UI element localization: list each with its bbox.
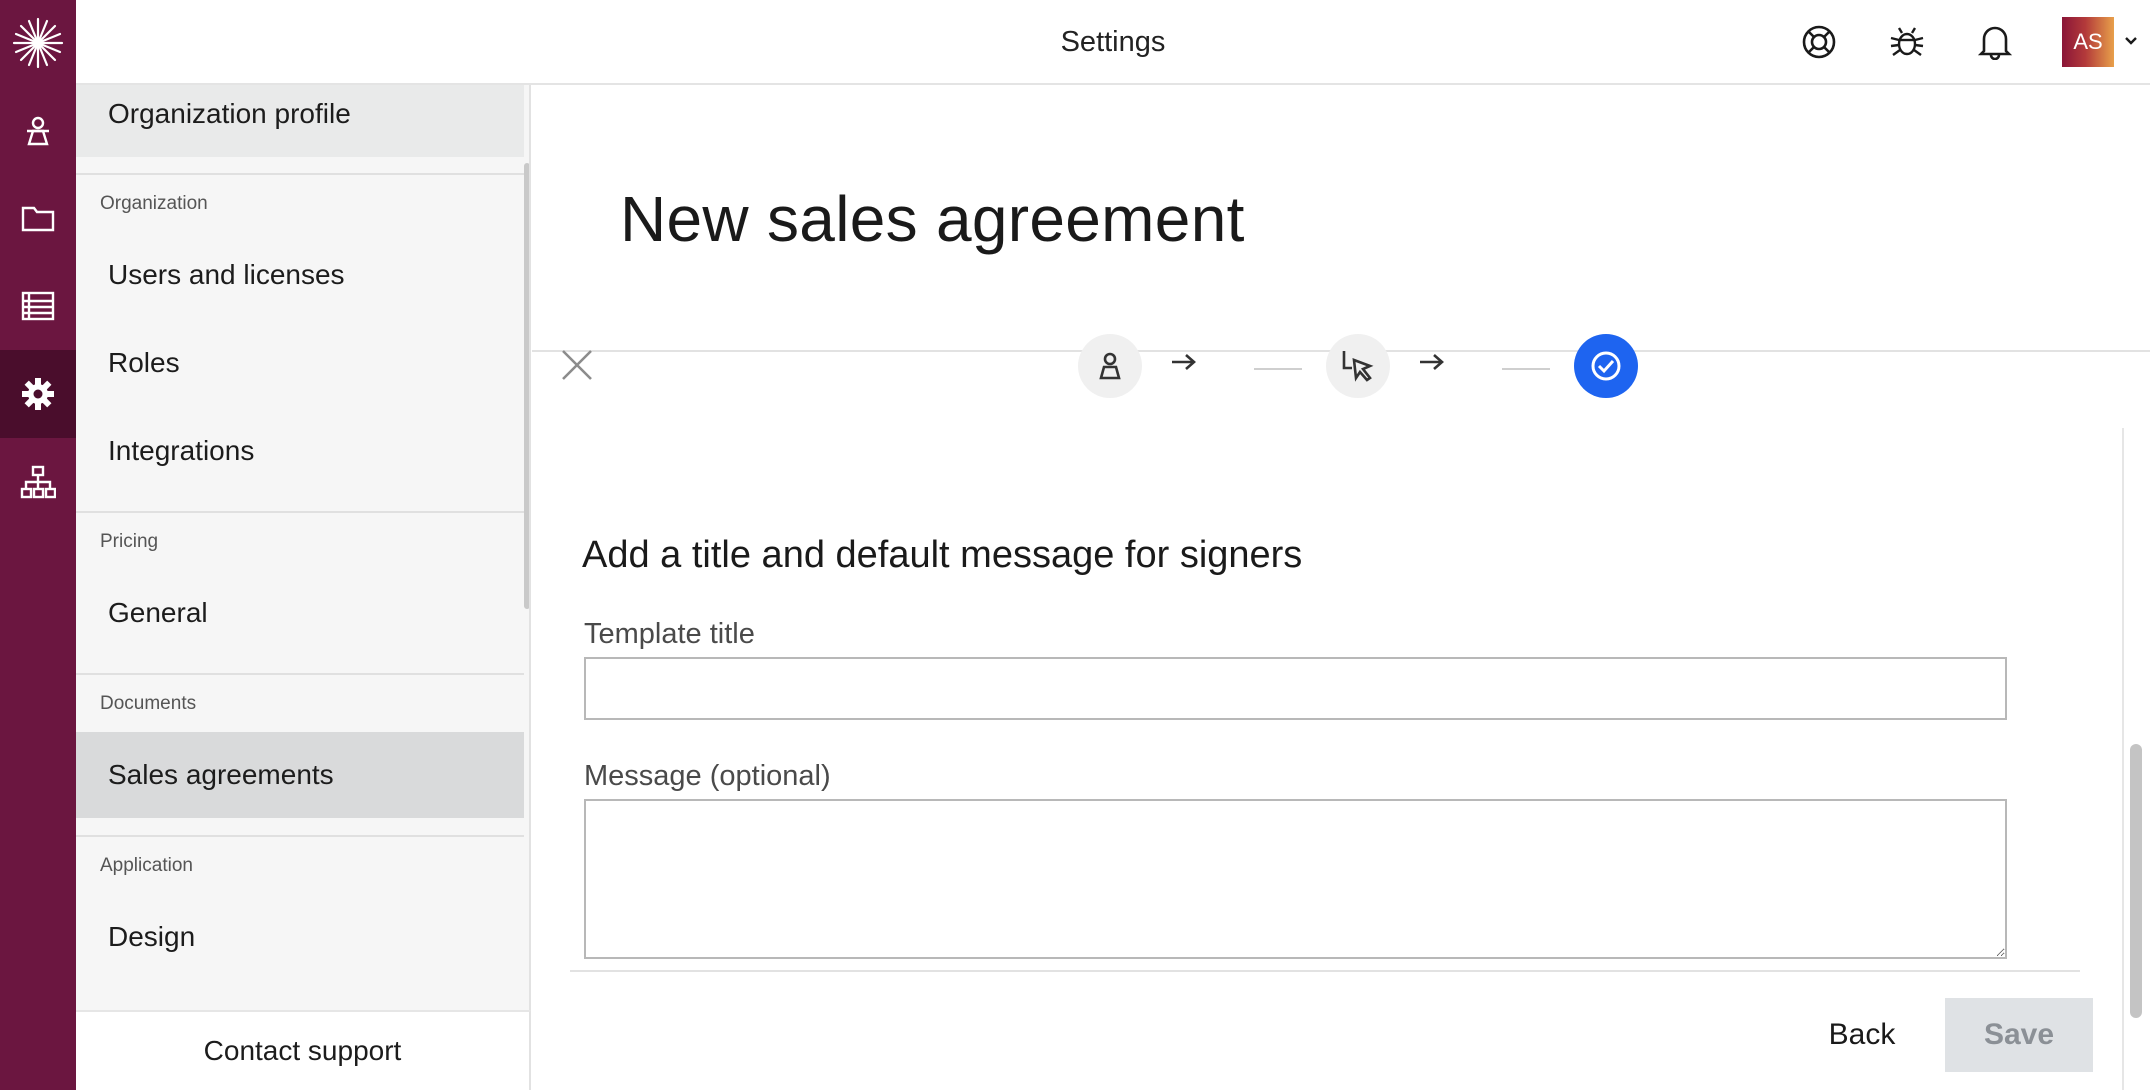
- message-textarea[interactable]: [584, 799, 2007, 959]
- help-icon[interactable]: [1797, 20, 1841, 64]
- footer-divider: [570, 970, 2080, 972]
- nav-item-label: Organization profile: [108, 98, 351, 129]
- step-pointer-icon[interactable]: [1326, 334, 1390, 398]
- nav-section-organization: Organization: [76, 173, 524, 233]
- bug-icon[interactable]: [1885, 20, 1929, 64]
- app: Settings AS Organization profile Organiz…: [0, 0, 2150, 1090]
- step-check-icon[interactable]: [1574, 334, 1638, 398]
- nav-item-sales-agreements[interactable]: Sales agreements: [76, 732, 524, 818]
- nav-item-label: Integrations: [108, 435, 255, 466]
- avatar-initials: AS: [2073, 29, 2103, 54]
- main-panel: New sales agreement Add a title and defa…: [532, 86, 2150, 1090]
- arrow-right-icon: [1418, 352, 1446, 377]
- contact-support-link[interactable]: Contact support: [76, 1010, 531, 1090]
- settings-gear-icon[interactable]: [0, 350, 76, 438]
- back-button[interactable]: Back: [1804, 998, 1920, 1072]
- template-title-label: Template title: [584, 618, 755, 650]
- nav-item-roles[interactable]: Roles: [76, 320, 524, 406]
- avatar[interactable]: AS: [2062, 17, 2114, 67]
- stepper: [532, 334, 2150, 414]
- nav-scrollbar[interactable]: [524, 163, 529, 609]
- save-button[interactable]: Save: [1945, 998, 2093, 1072]
- nav-item-label: Roles: [108, 347, 180, 378]
- nav-item-users-and-licenses[interactable]: Users and licenses: [76, 232, 524, 318]
- nav-item-design[interactable]: Design: [76, 894, 524, 980]
- nav-item-organization-profile[interactable]: Organization profile: [76, 85, 524, 157]
- nav-item-integrations[interactable]: Integrations: [76, 408, 524, 494]
- nav-item-label: Sales agreements: [108, 759, 334, 790]
- nav-section-application: Application: [76, 835, 524, 895]
- arrow-right-icon: [1170, 352, 1198, 377]
- section-title: Add a title and default message for sign…: [582, 534, 1303, 576]
- nav-section-documents: Documents: [76, 673, 524, 733]
- app-rail: [0, 0, 76, 1090]
- logo-icon[interactable]: [0, 0, 76, 86]
- nav-item-label: Design: [108, 921, 196, 952]
- bell-icon[interactable]: [1973, 20, 2017, 64]
- nav-section-pricing: Pricing: [76, 511, 524, 571]
- message-label: Message (optional): [584, 760, 831, 792]
- nav-item-label: Users and licenses: [108, 259, 345, 290]
- nav-item-label: General: [108, 597, 208, 628]
- settings-nav: Organization profile Organization Users …: [76, 85, 531, 1090]
- chevron-down-icon[interactable]: [2124, 30, 2138, 57]
- step-connector: [1502, 368, 1550, 370]
- contacts-icon[interactable]: [0, 86, 76, 174]
- step-connector: [1254, 368, 1302, 370]
- main-scrollbar[interactable]: [2130, 744, 2142, 1018]
- step-signer-icon[interactable]: [1078, 334, 1142, 398]
- template-title-input[interactable]: [584, 657, 2007, 720]
- org-chart-icon[interactable]: [0, 438, 76, 526]
- nav-item-general[interactable]: General: [76, 570, 524, 656]
- folder-icon[interactable]: [0, 174, 76, 262]
- page-title: New sales agreement: [620, 183, 1245, 255]
- database-icon[interactable]: [0, 262, 76, 350]
- top-bar: Settings AS: [76, 0, 2150, 85]
